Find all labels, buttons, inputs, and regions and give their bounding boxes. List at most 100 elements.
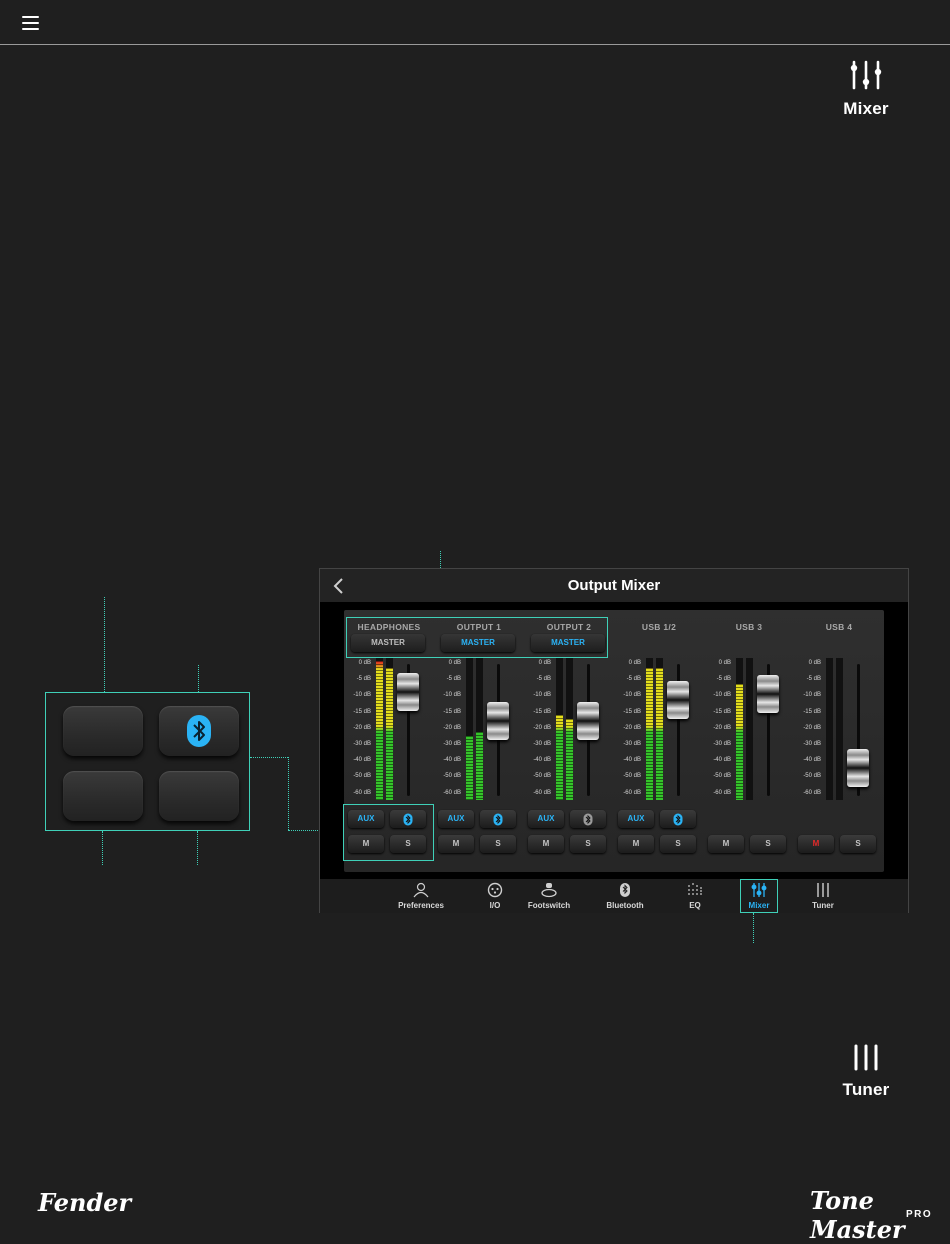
db-scale-label: -30 dB xyxy=(533,741,551,747)
person-icon xyxy=(398,882,444,898)
tone-master-pro-label: PRO xyxy=(906,1209,933,1220)
bluetooth-button[interactable] xyxy=(660,810,696,828)
db-scale-label: -50 dB xyxy=(803,773,821,780)
db-scale-label: -30 dB xyxy=(623,741,641,747)
db-scale-label: -15 dB xyxy=(803,708,821,715)
callout-line xyxy=(250,757,288,758)
db-scale-label: 0 dB xyxy=(718,660,731,666)
fender-logo: Fender xyxy=(38,1188,132,1217)
bluetooth-button[interactable] xyxy=(570,810,606,828)
db-scale-label: 0 dB xyxy=(358,660,371,666)
level-meter xyxy=(646,658,653,800)
mute-button-zoom[interactable] xyxy=(63,771,143,821)
db-scale-label: -20 dB xyxy=(353,724,371,731)
level-meter xyxy=(566,658,573,800)
solo-button[interactable]: S xyxy=(750,835,786,853)
aux-button[interactable]: AUX xyxy=(528,810,564,828)
db-scale-label: -60 dB xyxy=(803,789,821,796)
db-scale-label: -10 dB xyxy=(713,692,731,699)
nav-item-tuner[interactable]: Tuner xyxy=(800,882,846,910)
nav-item-eq[interactable]: EQ xyxy=(672,882,718,910)
db-scale-label: -40 dB xyxy=(623,757,641,764)
db-scale-label: -30 dB xyxy=(803,741,821,747)
callout-line xyxy=(104,597,105,692)
fader-handle[interactable] xyxy=(397,673,419,712)
solo-button-zoom[interactable] xyxy=(159,771,239,821)
mixer-section-icon: Mixer xyxy=(836,60,896,119)
level-meter-fill xyxy=(476,732,483,800)
mute-button[interactable]: M xyxy=(438,835,474,853)
db-scale-label: -40 dB xyxy=(713,757,731,764)
nav-item-label: I/O xyxy=(489,901,501,910)
db-scale-label: -50 dB xyxy=(623,773,641,780)
mixer-header: Output Mixer xyxy=(320,569,908,602)
bluetooth-button-zoom[interactable] xyxy=(159,706,239,756)
fader-handle[interactable] xyxy=(757,675,779,714)
hamburger-menu-icon[interactable] xyxy=(22,16,39,30)
nav-item-label: Bluetooth xyxy=(606,901,644,910)
mixer-label: Mixer xyxy=(843,99,889,118)
db-scale-label: -20 dB xyxy=(623,724,641,731)
bottom-nav: Preferences I/O Footswitch Bluetooth EQ Mixer… xyxy=(320,879,908,913)
routing-buttons-zoom xyxy=(45,692,250,831)
mixer-panel: HEADPHONES MASTER 0 dB -5 dB -10 dB -15 dB -20… xyxy=(320,602,908,879)
aux-button[interactable]: AUX xyxy=(438,810,474,828)
master-section-highlight xyxy=(346,617,608,658)
solo-button[interactable]: S xyxy=(480,835,516,853)
nav-item-i-o[interactable]: I/O xyxy=(472,882,518,910)
top-bar xyxy=(0,0,950,45)
db-scale-label: 0 dB xyxy=(538,660,551,666)
nav-item-footswitch[interactable]: Footswitch xyxy=(526,882,572,910)
mute-button[interactable]: M xyxy=(798,835,834,853)
db-scale-label: -15 dB xyxy=(533,708,551,715)
db-scale-label: -60 dB xyxy=(353,789,371,796)
level-meter xyxy=(826,658,833,800)
bluetooth-icon xyxy=(673,813,683,826)
aux-button[interactable]: AUX xyxy=(618,810,654,828)
db-scale-label: -5 dB xyxy=(716,676,731,683)
solo-button[interactable]: S xyxy=(840,835,876,853)
db-scale-label: -5 dB xyxy=(536,676,551,683)
footswitch-icon xyxy=(526,882,572,898)
fader-handle[interactable] xyxy=(487,701,509,740)
channel-name: USB 3 xyxy=(735,622,763,632)
fader-handle[interactable] xyxy=(667,680,689,719)
mute-button[interactable]: M xyxy=(708,835,744,853)
db-scale-label: -40 dB xyxy=(803,757,821,764)
level-meter xyxy=(656,658,663,800)
mute-button[interactable]: M xyxy=(528,835,564,853)
xlr-icon xyxy=(472,882,518,898)
routing-highlight xyxy=(343,804,434,861)
level-meter-fill xyxy=(386,668,393,800)
bluetooth-button[interactable] xyxy=(480,810,516,828)
db-scale-label: -10 dB xyxy=(533,692,551,699)
db-scale-label: 0 dB xyxy=(808,660,821,666)
output-mixer-window: Output Mixer HEADPHONES MASTER 0 dB -5 dB -1… xyxy=(319,568,909,913)
callout-line xyxy=(102,831,103,865)
mute-button[interactable]: M xyxy=(618,835,654,853)
tuner-bars-icon xyxy=(800,882,846,898)
nav-item-bluetooth[interactable]: Bluetooth xyxy=(602,882,648,910)
nav-item-preferences[interactable]: Preferences xyxy=(398,882,444,910)
nav-item-label: Footswitch xyxy=(527,901,571,910)
db-scale-label: -10 dB xyxy=(353,692,371,699)
callout-line xyxy=(753,913,754,943)
db-scale-label: -5 dB xyxy=(626,676,641,683)
tuner-label: Tuner xyxy=(842,1080,890,1099)
level-meter xyxy=(736,658,743,800)
callout-line xyxy=(197,831,198,865)
solo-button[interactable]: S xyxy=(570,835,606,853)
fader-handle[interactable] xyxy=(847,748,869,787)
db-scale-label: 0 dB xyxy=(448,660,461,666)
fader-handle[interactable] xyxy=(577,701,599,740)
mixer-title: Output Mixer xyxy=(567,577,661,594)
solo-button[interactable]: S xyxy=(660,835,696,853)
tuner-bars-icon xyxy=(854,1044,878,1071)
bluetooth-icon xyxy=(187,715,211,747)
aux-button-zoom[interactable] xyxy=(63,706,143,756)
level-meter-fill xyxy=(556,715,563,800)
nav-item-label: Preferences xyxy=(398,901,444,910)
db-scale-label: -5 dB xyxy=(446,676,461,683)
db-scale-label: -10 dB xyxy=(443,692,461,699)
callout-line xyxy=(288,757,289,830)
